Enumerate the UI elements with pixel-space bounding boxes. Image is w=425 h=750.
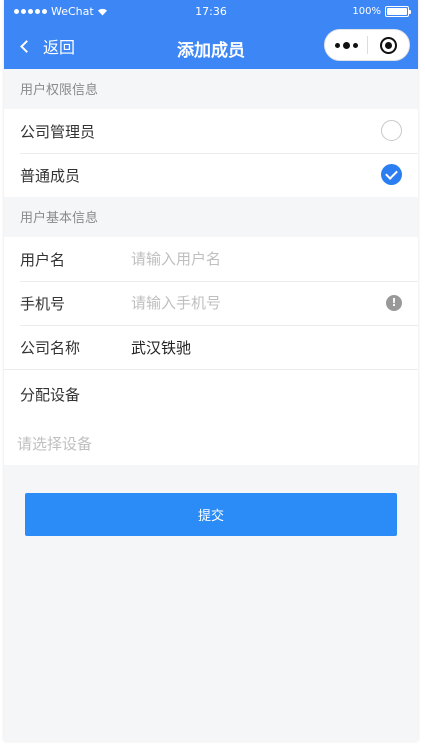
target-icon	[379, 36, 397, 54]
permission-group: 公司管理员 普通成员	[4, 109, 418, 197]
device-label: 分配设备	[20, 386, 81, 404]
company-row: 公司名称 武汉铁驰	[4, 325, 418, 369]
role-option-admin[interactable]: 公司管理员	[4, 109, 418, 153]
role-option-member[interactable]: 普通成员	[4, 153, 418, 197]
basic-info-group: 用户名 手机号 ! 公司名称 武汉铁驰 分配设备 请选择设备	[4, 237, 418, 465]
company-value: 武汉铁驰	[131, 338, 192, 357]
role-option-label: 公司管理员	[20, 122, 96, 141]
username-row: 用户名	[4, 237, 418, 281]
device-picker[interactable]: 请选择设备	[17, 433, 92, 454]
more-menu-button[interactable]	[325, 30, 367, 60]
battery-percent: 100%	[352, 6, 381, 17]
warning-icon: !	[386, 295, 402, 311]
miniprogram-capsule	[324, 29, 410, 61]
role-option-label: 普通成员	[20, 166, 81, 185]
username-input[interactable]	[131, 250, 351, 268]
username-label: 用户名	[20, 250, 66, 269]
nav-bar: 返回 添加成员	[4, 22, 418, 69]
battery-icon	[385, 6, 411, 17]
submit-button[interactable]: 提交	[25, 493, 397, 536]
battery-status: 100%	[352, 6, 411, 17]
basic-section-title: 用户基本信息	[20, 211, 99, 226]
phone-row: 手机号 !	[4, 281, 418, 325]
radio-unchecked-icon[interactable]	[381, 120, 402, 141]
device-row: 分配设备 请选择设备	[4, 369, 418, 465]
close-miniprogram-button[interactable]	[368, 30, 409, 60]
phone-input[interactable]	[131, 294, 351, 312]
phone-screen: WeChat 17:36 100% 返回 添加成员 用户权限信息 公司管理员 普…	[4, 0, 418, 741]
radio-checked-icon[interactable]	[381, 164, 402, 185]
phone-label: 手机号	[20, 294, 66, 313]
company-label: 公司名称	[20, 338, 81, 357]
status-bar: WeChat 17:36 100%	[4, 0, 418, 22]
more-dot-icon	[342, 41, 350, 49]
more-dot-icon	[352, 42, 358, 48]
permission-section-title: 用户权限信息	[20, 83, 99, 98]
more-dot-icon	[334, 42, 340, 48]
